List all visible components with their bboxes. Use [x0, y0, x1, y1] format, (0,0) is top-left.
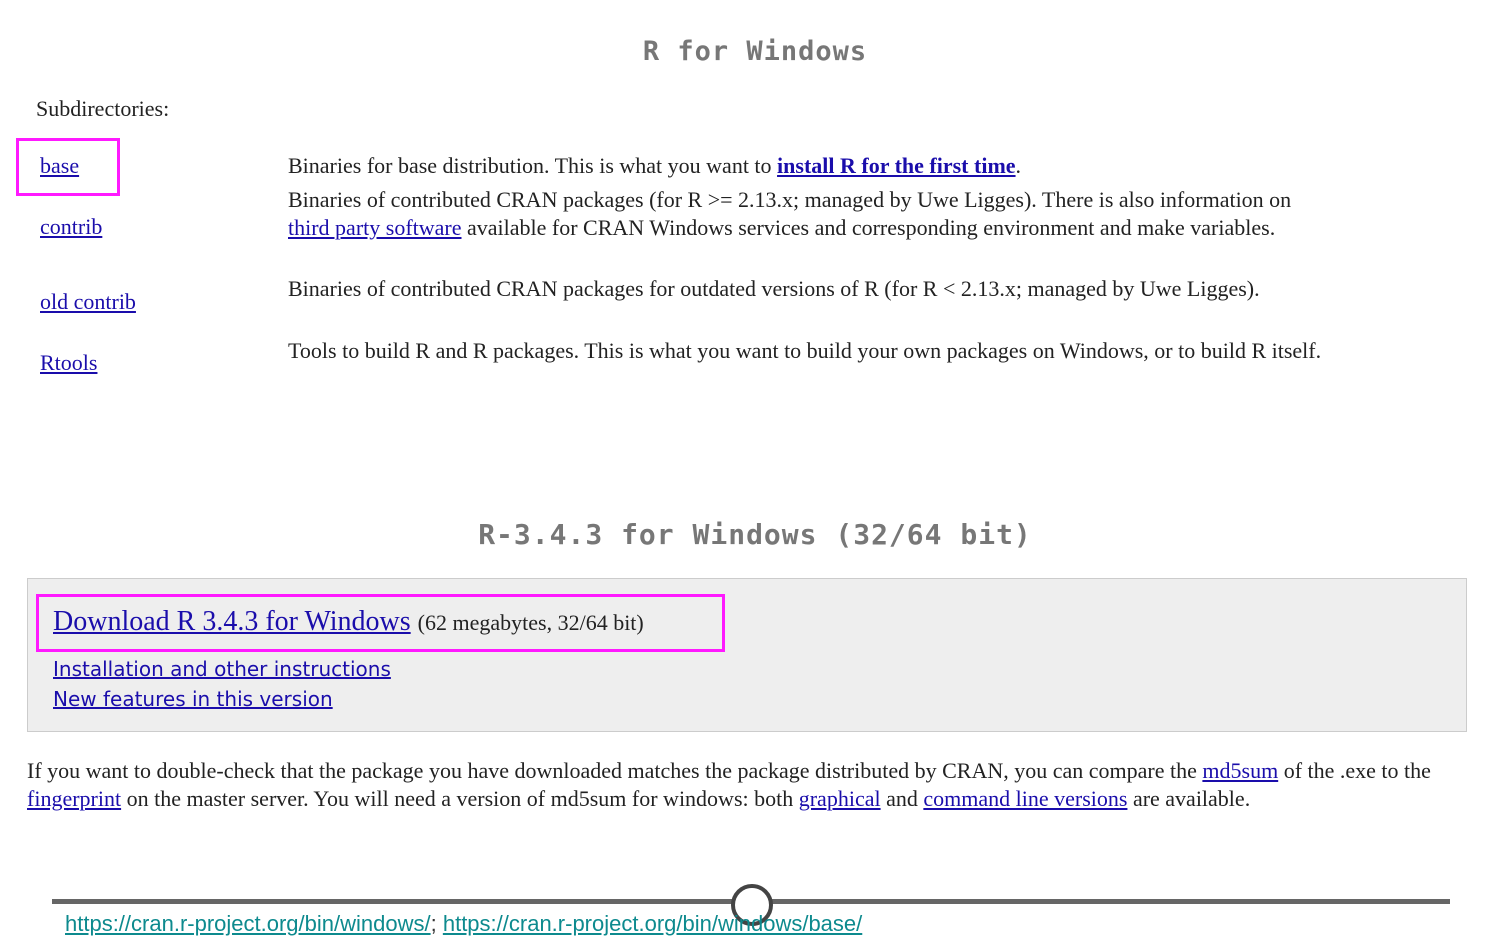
link-install-first-time[interactable]: install R for the first time [777, 153, 1016, 178]
source-url-windows[interactable]: https://cran.r-project.org/bin/windows/ [65, 911, 431, 936]
graphical-link[interactable]: graphical [799, 786, 881, 811]
desc-base: Binaries for base distribution. This is … [288, 153, 1022, 178]
link-rtools[interactable]: Rtools [40, 350, 97, 376]
installation-instructions-link[interactable]: Installation and other instructions [53, 657, 391, 681]
source-urls: https://cran.r-project.org/bin/windows/;… [65, 911, 863, 936]
subdirectories-label: Subdirectories: [36, 96, 170, 121]
new-features-link[interactable]: New features in this version [53, 687, 333, 711]
highlight-box-base [16, 138, 120, 196]
command-line-versions-link[interactable]: command line versions [923, 786, 1127, 811]
fingerprint-link[interactable]: fingerprint [27, 786, 121, 811]
desc-rtools: Tools to build R and R packages. This is… [288, 338, 1322, 363]
md5sum-link[interactable]: md5sum [1202, 758, 1278, 783]
link-third-party-software[interactable]: third party software [288, 215, 462, 240]
section-title-r343: R-3.4.3 for Windows (32/64 bit) [478, 518, 1032, 551]
page-title: R for Windows [642, 36, 868, 67]
md5-note: If you want to double-check that the pac… [27, 758, 1431, 811]
link-old-contrib[interactable]: old contrib [40, 289, 136, 315]
desc-old-contrib: Binaries of contributed CRAN packages fo… [288, 276, 1260, 301]
link-contrib[interactable]: contrib [40, 214, 102, 240]
highlight-box-download [36, 594, 725, 652]
desc-contrib: Binaries of contributed CRAN packages (f… [288, 187, 1292, 240]
source-url-windows-base[interactable]: https://cran.r-project.org/bin/windows/b… [443, 911, 862, 936]
